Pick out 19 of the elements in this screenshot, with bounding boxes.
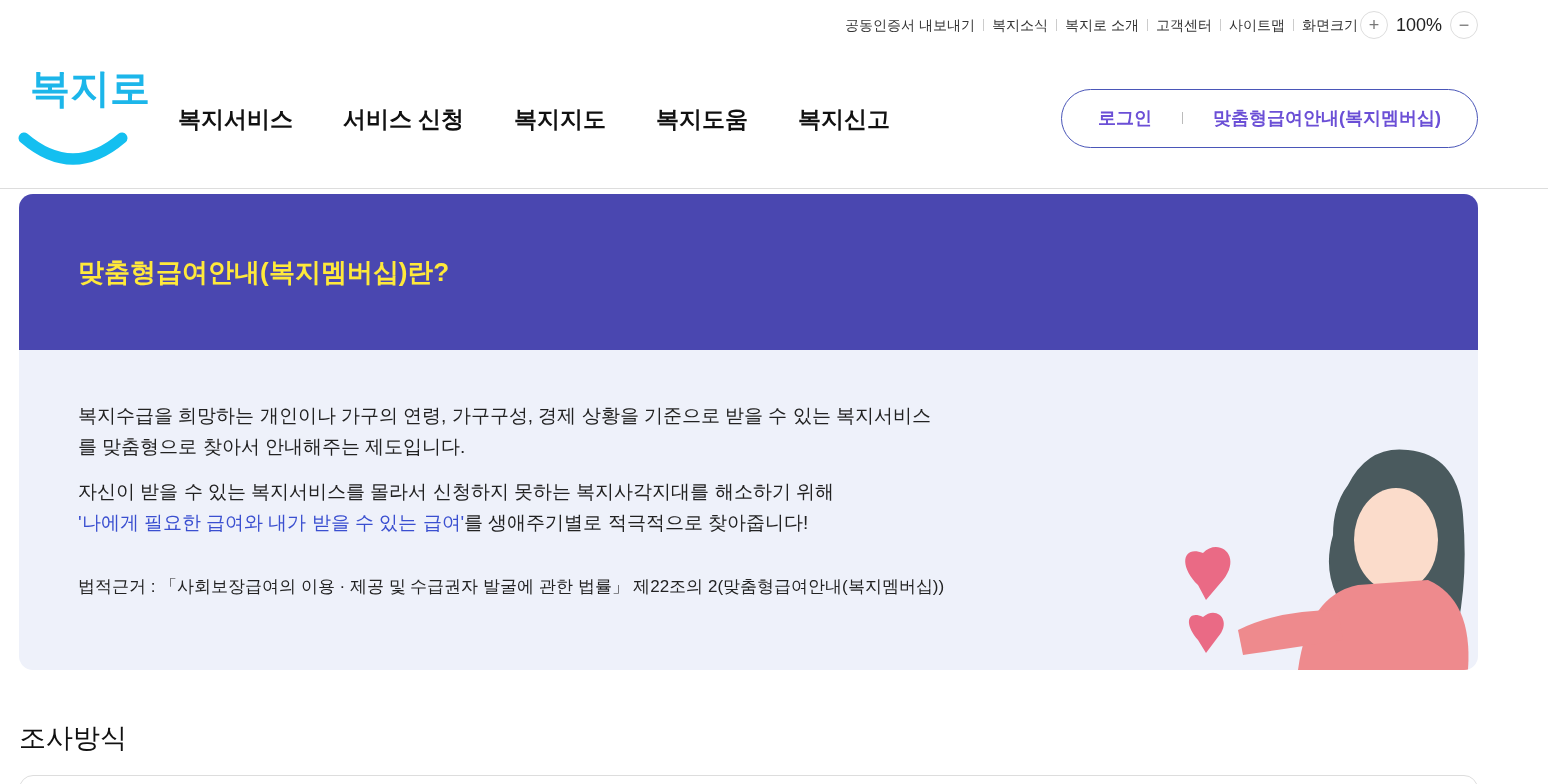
legal-basis-text: 법적근거 : 「사회보장급여의 이용 · 제공 및 수급권자 발굴에 관한 법률」 제22조의 2(맞춤형급여안내(복지멤버십)) [78,576,946,598]
utility-link[interactable]: 공동인증서 내보내기 [845,14,976,36]
utility-link[interactable]: 사이트맵 [1228,14,1285,36]
nav-item[interactable]: 복지신고 [798,101,891,137]
nav-item[interactable]: 서비스 신청 [343,101,465,137]
login-link[interactable]: 로그인 [1098,104,1152,132]
nav-item[interactable]: 복지지도 [514,101,607,137]
utility-link[interactable]: 고객센터 [1155,14,1212,36]
banner-title: 맞춤형급여안내(복지멤버십)란? [78,255,450,289]
zoom-level: 100% [1395,13,1442,37]
zoom-label: 화면크기 [1301,15,1358,35]
paragraph: 자신이 받을 수 있는 복지서비스를 몰라서 신청하지 못하는 복지사각지대를 해소하기 위해 '나에게 필요한 급여와 내가 받을 수 있는 급여'를 생애주기별로 적극적으로 찾아줍니다! [78,480,835,535]
membership-link[interactable]: 맞춤형급여안내(복지멤버십) [1213,104,1441,132]
nav-item[interactable]: 복지서비스 [178,101,293,137]
utility-link[interactable]: 복지소식 [992,14,1049,36]
section-title: 조사방식 [19,722,128,755]
paragraph: 복지수급을 희망하는 개인이나 가구의 연령, 가구구성, 경제 상황을 기준으로 받을 수 있는 복지서비스를 맞춤형으로 찾아서 안내해주는 제도입니다. [78,404,932,459]
utility-link[interactable]: 복지로 소개 [1065,14,1139,36]
nav-item[interactable]: 복지도움 [656,101,749,137]
